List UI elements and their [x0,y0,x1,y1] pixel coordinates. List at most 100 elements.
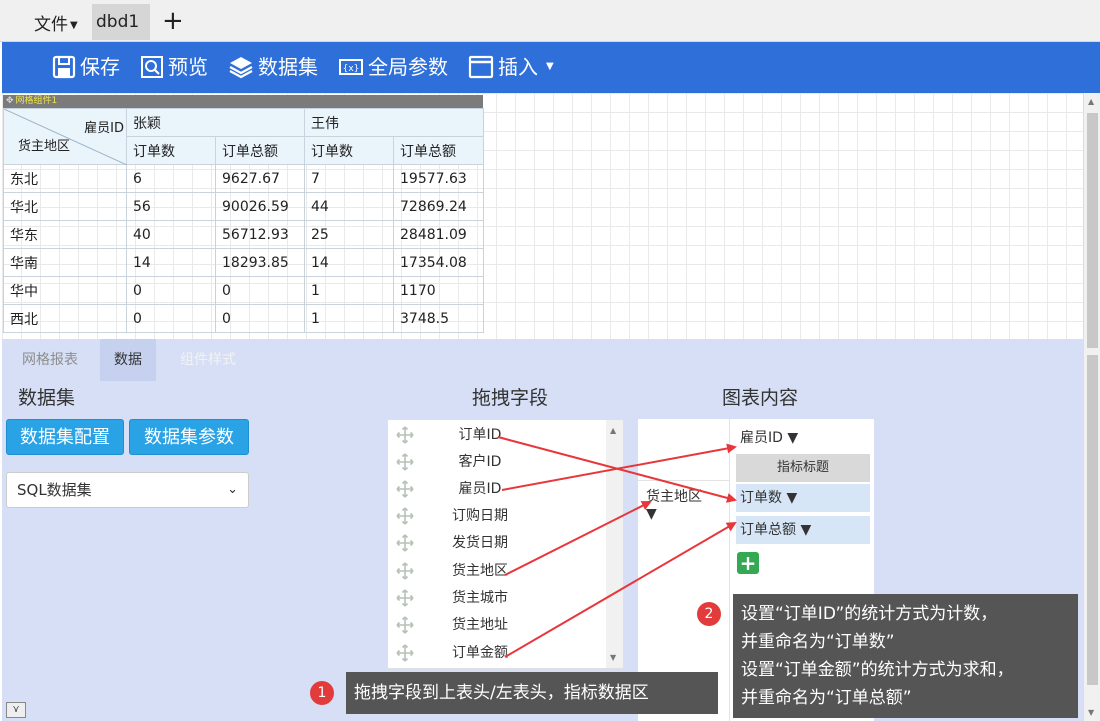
table-cell: 0 [126,276,216,305]
table-cell: 华北 [3,192,127,221]
field-item[interactable]: 货主地区 [388,558,608,584]
drag-fields-title: 拖拽字段 [472,387,549,409]
add-tab-button[interactable]: + [162,6,184,36]
table-cell: 0 [126,304,216,333]
save-icon [52,55,76,79]
field-label: 发货日期 [452,535,508,551]
field-label: 订单ID [458,427,502,443]
drag-handle-icon[interactable] [396,534,414,561]
vertical-scrollbar[interactable]: ▲ ▼ [1083,93,1100,721]
grid-component[interactable]: ✥ 网格组件1 雇员ID 货主地区 张颖 王伟 订单数 订单总额 订单数 订单总额… [3,95,484,333]
metric-header: 订单数 [126,136,216,165]
field-label: 客户ID [458,454,502,470]
table-cell: 14 [304,248,394,277]
top-header-field[interactable]: 雇员ID ▼ [736,424,870,452]
save-button[interactable]: 保存 [52,52,120,82]
caret-down-icon: ▼ [787,430,799,446]
table-cell: 25 [304,220,394,249]
callout-line: 设置“订单金额”的统计方式为求和， [741,660,1014,680]
dataset-label: 数据集 [258,55,318,79]
callout-line: 设置“订单ID”的统计方式为计数， [741,604,998,624]
scroll-down-icon[interactable]: ▼ [1088,708,1094,717]
global-params-label: 全局参数 [368,55,448,79]
dataset-config-button[interactable]: 数据集配置 [6,419,124,455]
metric-title-bar[interactable]: 指标标题 [736,454,870,482]
dataset-button[interactable]: 数据集 [228,52,318,82]
table-cell: 14 [126,248,216,277]
caret-down-icon: ▼ [646,506,657,522]
field-item[interactable]: 发货日期 [388,530,608,556]
svg-text:{x}: {x} [343,64,360,74]
preview-button[interactable]: 预览 [140,52,208,82]
scroll-up-icon[interactable]: ▲ [610,426,616,435]
add-metric-button[interactable]: + [737,552,759,574]
scroll-up-icon[interactable]: ▲ [1088,97,1094,106]
table-cell: 3748.5 [393,304,484,333]
table-cell: 0 [215,304,305,333]
component-label-text: 网格组件1 [15,96,58,106]
insert-button[interactable]: 插入 ▼ [468,52,554,82]
table-cell: 西北 [3,304,127,333]
grid-table: 雇员ID 货主地区 张颖 王伟 订单数 订单总额 订单数 订单总额 东北 6 962… [3,108,484,333]
field-item[interactable]: 订单金额 [388,640,608,666]
table-cell: 17354.08 [393,248,484,277]
drag-handle-icon[interactable] [396,616,414,643]
insert-icon [468,55,494,79]
left-header-field[interactable]: 货主地区 ▼ [646,486,702,522]
metric-field[interactable]: 订单总额 ▼ [736,516,870,544]
tab-component-style[interactable]: 组件样式 [166,339,250,381]
table-cell: 6 [126,164,216,193]
field-item[interactable]: 货主地址 [388,612,608,638]
component-label[interactable]: ✥ 网格组件1 [3,95,483,108]
chart-content-title: 图表内容 [722,387,799,409]
table-cell: 华中 [3,276,127,305]
collapse-toggle-icon[interactable]: ⋎ [6,702,26,718]
field-item[interactable]: 客户ID [388,449,608,475]
corner-top-label: 雇员ID [84,121,124,136]
header-corner: 雇员ID 货主地区 [3,108,127,165]
field-label: 货主地址 [452,617,508,633]
field-list-scrollbar[interactable]: ▲ ▼ [606,420,623,668]
dataset-params-button[interactable]: 数据集参数 [129,419,249,455]
tab-dbd1[interactable]: dbd1 [92,4,150,40]
metric-field[interactable]: 订单数 ▼ [736,484,870,512]
callout-step-2: 设置“订单ID”的统计方式为计数， 并重命名为“订单数” 设置“订单金额”的统计… [733,594,1078,718]
file-menu[interactable]: 文件 ▼ [34,10,78,35]
tab-data[interactable]: 数据 [100,339,156,381]
caret-down-icon: ▼ [800,522,812,538]
left-header-label: 货主地区 [646,489,702,505]
table-cell: 44 [304,192,394,221]
callout-line: 并重命名为“订单总额” [741,688,912,708]
employee-header: 张颖 [126,108,305,137]
table-cell: 0 [215,276,305,305]
table-cell: 40 [126,220,216,249]
toolbar: 保存 预览 数据集 {x} 全局参数 插入 ▼ [2,42,1100,93]
dataset-select[interactable]: SQL数据集 ⌄ [6,472,249,508]
table-cell: 56712.93 [215,220,305,249]
caret-down-icon: ▼ [70,20,78,31]
global-params-button[interactable]: {x} 全局参数 [338,52,448,82]
field-list[interactable]: 订单ID 客户ID 雇员ID 订购日期 发货日期 货主地区 货主城市 货主地址 … [387,419,624,669]
drag-handle-icon[interactable] [396,644,414,671]
field-item[interactable]: 订购日期 [388,503,608,529]
caret-down-icon: ▼ [546,61,554,72]
tab-grid-report[interactable]: 网格报表 [8,339,92,381]
metric-label: 订单数 [740,490,782,506]
table-cell: 72869.24 [393,192,484,221]
field-label: 雇员ID [458,481,502,497]
table-cell: 56 [126,192,216,221]
tab-bar: 文件 ▼ dbd1 + [0,0,1100,42]
move-icon[interactable]: ✥ [6,96,14,106]
field-item[interactable]: 订单ID [388,422,608,448]
scroll-down-icon[interactable]: ▼ [610,653,616,662]
table-cell: 19577.63 [393,164,484,193]
field-item[interactable]: 雇员ID [388,476,608,502]
step-badge-2: 2 [697,602,721,626]
metric-header: 订单总额 [215,136,305,165]
table-row: 华北 56 90026.59 44 72869.24 [3,192,484,221]
scrollbar-thumb[interactable] [1087,355,1098,685]
preview-icon [141,56,163,78]
field-item[interactable]: 货主城市 [388,585,608,611]
scrollbar-thumb[interactable] [1087,113,1098,348]
table-cell: 华南 [3,248,127,277]
